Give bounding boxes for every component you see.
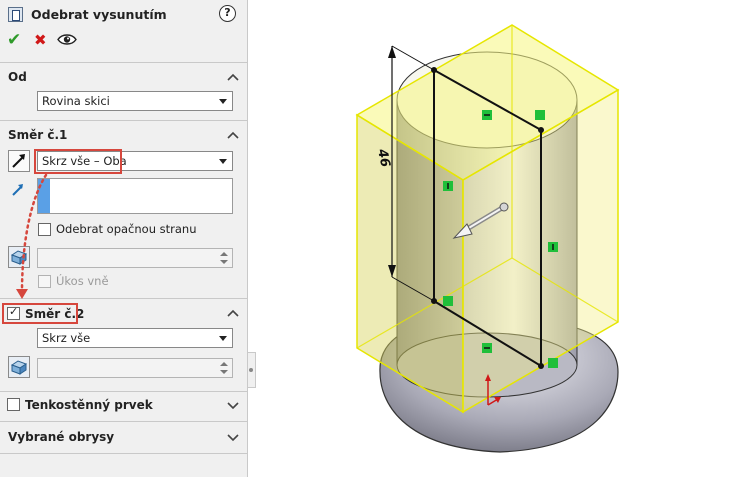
dropdown-arrow-icon [219, 99, 227, 104]
from-select-value: Rovina skici [42, 94, 110, 108]
section-title-from: Od [8, 70, 27, 84]
draft-button[interactable] [8, 246, 30, 268]
spin-down-icon[interactable] [220, 260, 228, 264]
extruded-cut-icon [8, 7, 23, 22]
direction-vector-icon[interactable] [10, 182, 26, 198]
direction-selection-box[interactable] [37, 178, 233, 214]
coincident-relation-icon [548, 358, 558, 368]
separator [0, 62, 247, 63]
draft-outward-checkbox[interactable] [38, 275, 51, 288]
chevron-up-icon[interactable] [226, 130, 240, 140]
thin-feature-checkbox[interactable] [7, 398, 20, 411]
reverse-direction-button[interactable] [8, 150, 30, 172]
direction2-end-condition-select[interactable]: Skrz vše [37, 328, 233, 348]
spin-down-icon[interactable] [220, 370, 228, 374]
chevron-up-icon[interactable] [226, 308, 240, 318]
draft-icon [10, 250, 28, 265]
separator [0, 298, 247, 299]
title-bar: Odebrat vysunutím ? [0, 0, 248, 30]
ok-icon[interactable]: ✔ [7, 30, 21, 50]
flip-side-label: Odebrat opačnou stranu [56, 222, 197, 236]
chevron-up-icon[interactable] [226, 72, 240, 82]
section-title-thin-feature: Tenkostěnný prvek [25, 398, 153, 412]
draft-angle-spinner-direction2[interactable] [37, 358, 233, 378]
draft-outward-label: Úkos vně [56, 274, 109, 288]
chevron-down-icon[interactable] [226, 400, 240, 410]
preview-eye-icon[interactable] [57, 33, 77, 46]
cancel-icon[interactable]: ✖ [34, 31, 47, 49]
coincident-relation-icon [443, 296, 453, 306]
section-title-selected-contours: Vybrané obrysy [8, 430, 115, 444]
dropdown-arrow-icon [219, 159, 227, 164]
help-icon[interactable]: ? [219, 5, 236, 22]
separator [0, 391, 247, 392]
spin-up-icon[interactable] [220, 252, 228, 256]
spin-up-icon[interactable] [220, 362, 228, 366]
separator [0, 120, 247, 121]
flip-side-checkbox[interactable] [38, 223, 51, 236]
from-select[interactable]: Rovina skici [37, 91, 233, 111]
draft-angle-spinner[interactable] [37, 248, 233, 268]
draft-button-direction2[interactable] [8, 356, 30, 378]
chevron-down-icon[interactable] [226, 432, 240, 442]
selection-focus-strip [38, 179, 50, 213]
panel-collapse-handle[interactable] [248, 352, 256, 388]
highlight-box-direction2 [2, 303, 78, 324]
dropdown-arrow-icon [219, 336, 227, 341]
reverse-direction-icon [12, 154, 25, 168]
property-manager: Odebrat vysunutím ? ✔ ✖ Od Rovina skici … [0, 0, 248, 477]
coincident-relation-icon [535, 110, 545, 120]
graphics-viewport[interactable]: 46 [256, 0, 750, 477]
separator [0, 421, 247, 422]
draft-icon [10, 360, 28, 375]
direction2-select-value: Skrz vše [42, 331, 91, 345]
section-title-direction1: Směr č.1 [8, 128, 68, 142]
separator [0, 453, 247, 454]
highlight-box-direction1 [34, 149, 122, 174]
panel-title: Odebrat vysunutím [31, 7, 167, 22]
